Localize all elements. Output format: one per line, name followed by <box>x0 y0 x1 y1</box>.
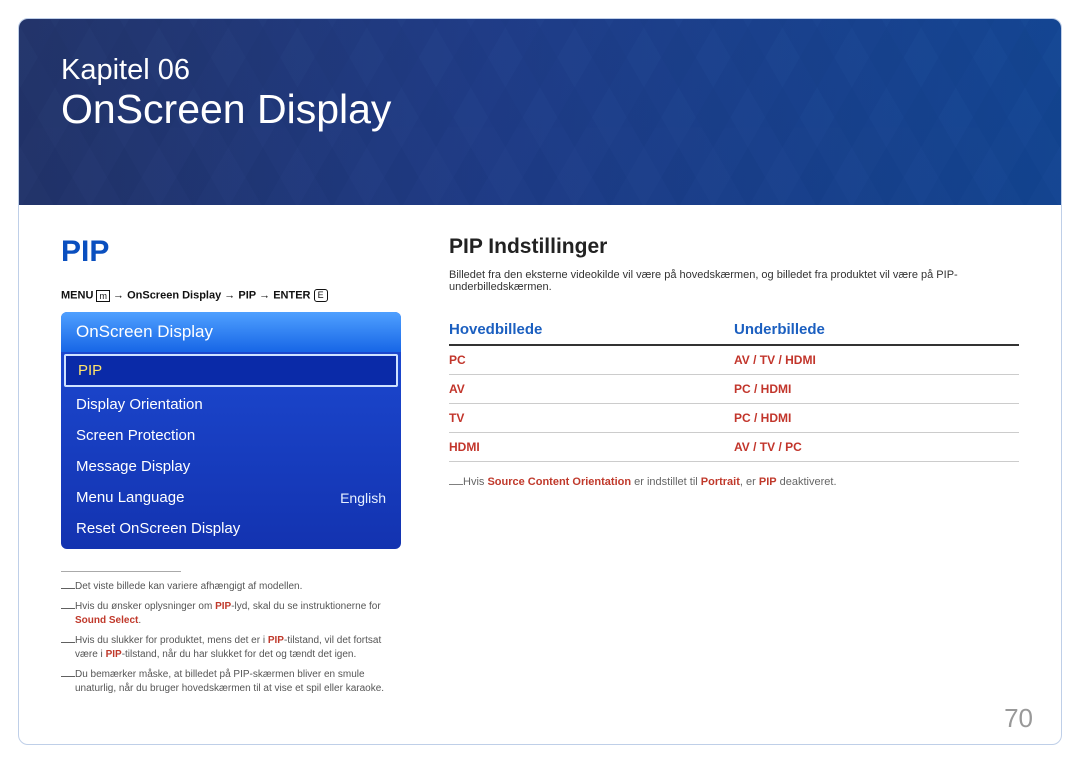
cell-sub: PC / HDMI <box>734 375 1019 404</box>
breadcrumb-step-2: PIP <box>238 289 256 301</box>
highlight-term: Sound Select <box>75 615 138 626</box>
footnote-dash: ― <box>61 668 75 696</box>
settings-description: Billedet fra den eksterne videokilde vil… <box>449 269 1019 293</box>
note-body: Hvis Source Content Orientation er indst… <box>463 476 837 490</box>
left-column: PIP MENU m → OnScreen Display → PIP → EN… <box>61 235 401 702</box>
highlight-term: PIP <box>268 635 284 646</box>
highlight-term: PIP <box>215 601 231 612</box>
section-heading: PIP <box>61 235 401 269</box>
breadcrumb-enter-label: ENTER <box>273 289 310 301</box>
footnote-divider <box>61 571 181 572</box>
pip-table: Hovedbillede Underbillede PCAV / TV / HD… <box>449 315 1019 462</box>
highlight-term: Source Content Orientation <box>487 476 631 488</box>
highlight-term: Portrait <box>701 476 740 488</box>
footnote-dash: ― <box>61 634 75 662</box>
cell-main: AV <box>449 375 734 404</box>
breadcrumb: MENU m → OnScreen Display → PIP → ENTER … <box>61 289 401 302</box>
settings-note: ― Hvis Source Content Orientation er ind… <box>449 476 1019 490</box>
highlight-term: PIP <box>106 649 122 660</box>
osd-menu-item-1[interactable]: Display Orientation <box>61 389 401 420</box>
cell-main: PC <box>449 345 734 375</box>
page-number: 70 <box>1004 703 1033 734</box>
cell-main: TV <box>449 404 734 433</box>
footnote-3: ―Du bemærker måske, at billedet på PIP-s… <box>61 668 401 696</box>
chapter-banner: Kapitel 06 OnScreen Display <box>19 19 1061 205</box>
menu-icon: m <box>96 290 110 302</box>
footnote-text: Det viste billede kan variere afhængigt … <box>75 580 302 594</box>
osd-menu-item-label: Display Orientation <box>76 396 203 413</box>
footnote-text: Hvis du slukker for produktet, mens det … <box>75 634 401 662</box>
table-row: PCAV / TV / HDMI <box>449 345 1019 375</box>
cell-main: HDMI <box>449 433 734 462</box>
osd-menu-item-label: Reset OnScreen Display <box>76 520 240 537</box>
content-area: PIP MENU m → OnScreen Display → PIP → EN… <box>19 205 1061 702</box>
note-dash: ― <box>449 476 463 490</box>
osd-menu: OnScreen Display PIP Display Orientation S… <box>61 312 401 549</box>
osd-menu-item-3[interactable]: Message Display <box>61 451 401 482</box>
settings-title: PIP Indstillinger <box>449 235 1019 259</box>
col-hovedbillede: Hovedbillede <box>449 315 734 345</box>
cell-sub: AV / TV / PC <box>734 433 1019 462</box>
table-row: HDMIAV / TV / PC <box>449 433 1019 462</box>
osd-menu-header: OnScreen Display <box>61 312 401 352</box>
footnote-dash: ― <box>61 580 75 594</box>
right-column: PIP Indstillinger Billedet fra den ekste… <box>449 235 1019 702</box>
enter-icon: E <box>314 289 328 302</box>
osd-menu-item-value: English <box>340 490 386 506</box>
footnote-0: ―Det viste billede kan variere afhængigt… <box>61 580 401 594</box>
osd-menu-item-label: Screen Protection <box>76 427 195 444</box>
osd-menu-item-2[interactable]: Screen Protection <box>61 420 401 451</box>
cell-sub: AV / TV / HDMI <box>734 345 1019 375</box>
osd-menu-item-label: Menu Language <box>76 489 184 506</box>
footnote-2: ―Hvis du slukker for produktet, mens det… <box>61 634 401 662</box>
osd-menu-item-0[interactable]: PIP <box>64 354 398 387</box>
chapter-label: Kapitel 06 <box>61 55 1019 87</box>
manual-page: Kapitel 06 OnScreen Display PIP MENU m →… <box>18 18 1062 745</box>
chapter-title: OnScreen Display <box>61 87 1019 132</box>
osd-menu-item-5[interactable]: Reset OnScreen Display <box>61 513 401 549</box>
table-row: AVPC / HDMI <box>449 375 1019 404</box>
osd-menu-item-label: Message Display <box>76 458 190 475</box>
footnotes: ―Det viste billede kan variere afhængigt… <box>61 580 401 696</box>
cell-sub: PC / HDMI <box>734 404 1019 433</box>
footnote-text: Du bemærker måske, at billedet på PIP-sk… <box>75 668 401 696</box>
highlight-term: PIP <box>759 476 777 488</box>
osd-menu-item-4[interactable]: Menu Language English <box>61 482 401 513</box>
col-underbillede: Underbillede <box>734 315 1019 345</box>
table-row: TVPC / HDMI <box>449 404 1019 433</box>
osd-menu-item-label: PIP <box>78 362 102 379</box>
footnote-1: ―Hvis du ønsker oplysninger om PIP-lyd, … <box>61 600 401 628</box>
breadcrumb-step-1: OnScreen Display <box>127 289 221 301</box>
footnote-text: Hvis du ønsker oplysninger om PIP-lyd, s… <box>75 600 401 628</box>
footnote-dash: ― <box>61 600 75 628</box>
breadcrumb-menu-label: MENU <box>61 289 93 301</box>
